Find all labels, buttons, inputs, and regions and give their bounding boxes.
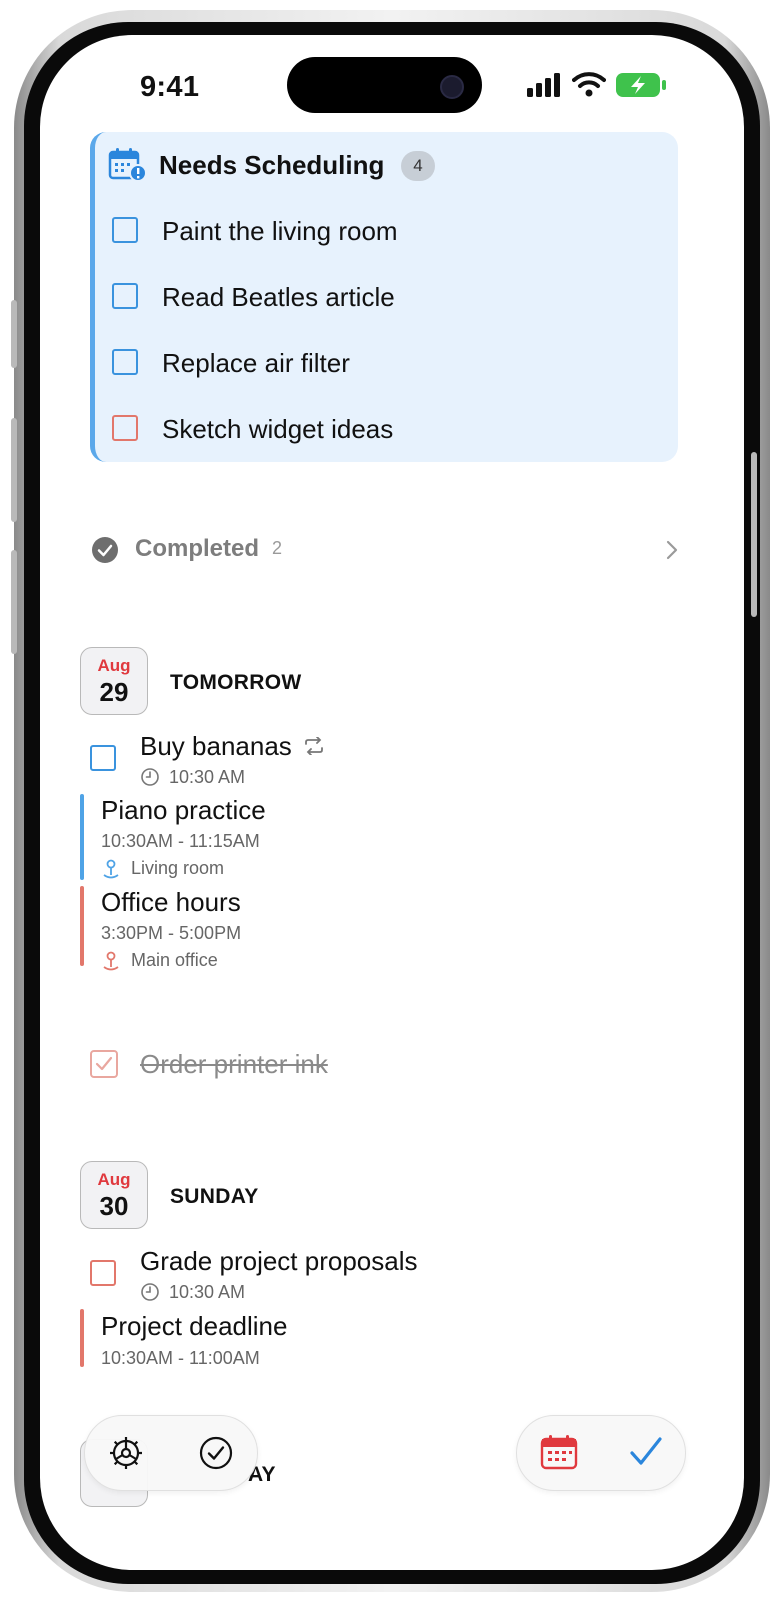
task-sketch-widget-ideas[interactable]: Sketch widget ideas bbox=[162, 414, 393, 445]
event-color-bar-office bbox=[80, 886, 84, 966]
event-color-bar-deadline bbox=[80, 1309, 84, 1367]
event-location-office-hours: Main office bbox=[131, 950, 218, 970]
settings-icon[interactable] bbox=[106, 1433, 146, 1473]
date-tile-month: Aug bbox=[97, 656, 131, 675]
silent-switch bbox=[11, 300, 17, 368]
checkbox-buy-bananas[interactable] bbox=[90, 745, 116, 771]
chevron-right-icon bbox=[666, 540, 678, 560]
event-time-project-deadline: 10:30AM - 11:00AM bbox=[101, 1348, 260, 1368]
task-buy-bananas[interactable]: Buy bananas bbox=[140, 731, 292, 762]
task-grade-project-proposals[interactable]: Grade project proposals bbox=[140, 1246, 417, 1277]
task-time-grade-project-proposals: 10:30 AM bbox=[169, 1282, 246, 1302]
needs-scheduling-count-badge: 4 bbox=[401, 151, 435, 181]
date-tile-aug-29: Aug 29 bbox=[80, 647, 148, 715]
wifi-icon bbox=[572, 72, 606, 97]
completed-check-icon[interactable] bbox=[198, 1435, 234, 1471]
checkbox-paint-living-room[interactable] bbox=[112, 217, 138, 243]
checkbox-grade-project-proposals[interactable] bbox=[90, 1260, 116, 1286]
repeat-icon bbox=[305, 737, 323, 755]
event-project-deadline[interactable]: Project deadline bbox=[101, 1311, 287, 1342]
completed-label: Completed bbox=[135, 535, 260, 562]
event-location-piano-practice: Living room bbox=[131, 858, 225, 878]
task-paint-living-room[interactable]: Paint the living room bbox=[162, 216, 398, 247]
status-time: 9:41 bbox=[140, 71, 200, 103]
section-label-sunday: SUNDAY bbox=[170, 1185, 259, 1208]
clock-icon bbox=[141, 768, 159, 786]
calendar-alert-icon bbox=[108, 148, 147, 182]
checkbox-sketch-widget-ideas[interactable] bbox=[112, 415, 138, 441]
volume-up-button bbox=[11, 418, 17, 522]
event-office-hours[interactable]: Office hours bbox=[101, 887, 241, 918]
checked-checkbox-icon[interactable] bbox=[90, 1050, 118, 1078]
volume-down-button bbox=[11, 550, 17, 654]
location-pin-icon bbox=[103, 951, 119, 971]
date-tile-month: Aug bbox=[97, 1170, 131, 1189]
location-pin-icon bbox=[103, 859, 119, 879]
event-time-piano-practice: 10:30AM - 11:15AM bbox=[101, 831, 260, 851]
date-tile-aug-30: Aug 30 bbox=[80, 1161, 148, 1229]
cellular-signal-icon bbox=[527, 73, 560, 97]
checkmark-icon[interactable] bbox=[628, 1435, 664, 1469]
event-color-bar-piano bbox=[80, 794, 84, 880]
calendar-icon[interactable] bbox=[540, 1434, 578, 1470]
task-replace-air-filter[interactable]: Replace air filter bbox=[162, 348, 350, 379]
checkbox-replace-air-filter[interactable] bbox=[112, 349, 138, 375]
date-tile-day: 29 bbox=[99, 677, 129, 707]
power-button bbox=[751, 452, 757, 617]
clock-icon bbox=[141, 1283, 159, 1301]
event-time-office-hours: 3:30PM - 5:00PM bbox=[101, 923, 242, 943]
camera-icon bbox=[440, 75, 464, 99]
section-label-tomorrow: TOMORROW bbox=[170, 671, 302, 694]
app-screen: 9:41 Needs Scheduling 4 Paint the living… bbox=[40, 35, 744, 1570]
task-order-printer-ink[interactable]: Order printer ink bbox=[140, 1049, 328, 1080]
completed-count: 2 bbox=[272, 538, 283, 558]
event-piano-practice[interactable]: Piano practice bbox=[101, 795, 266, 826]
checkbox-read-beatles-article[interactable] bbox=[112, 283, 138, 309]
completed-check-circle-icon bbox=[92, 537, 118, 563]
task-time-buy-bananas: 10:30 AM bbox=[169, 767, 246, 787]
task-read-beatles-article[interactable]: Read Beatles article bbox=[162, 282, 395, 313]
date-tile-day: 30 bbox=[99, 1191, 129, 1221]
battery-charging-icon bbox=[616, 73, 666, 97]
needs-scheduling-title: Needs Scheduling bbox=[159, 150, 385, 180]
